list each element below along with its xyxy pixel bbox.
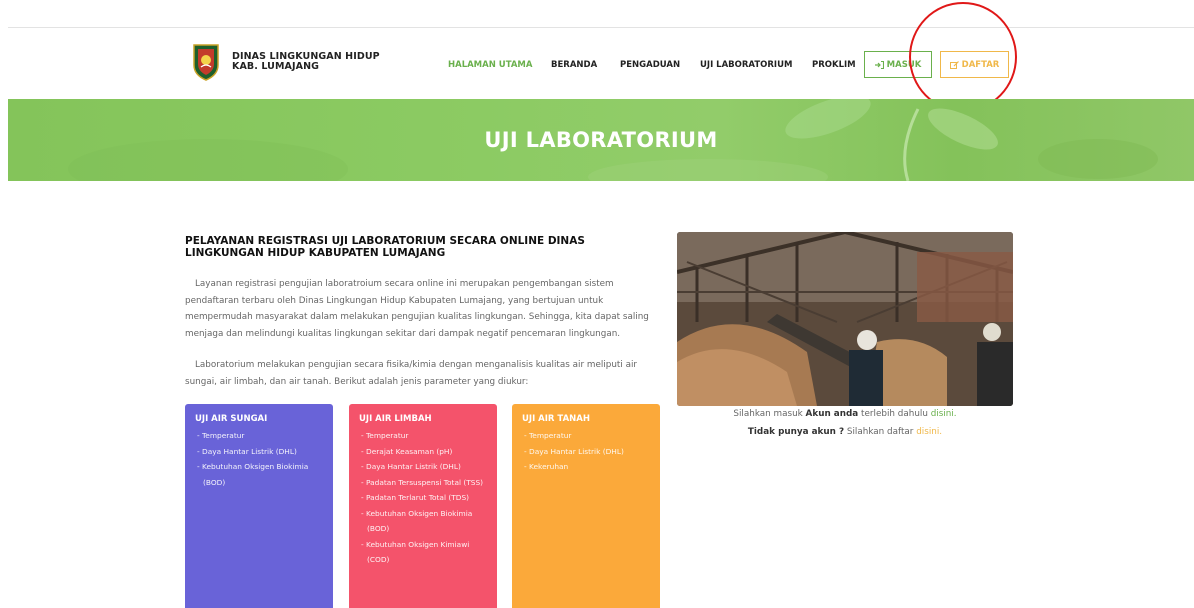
register-prompt: Tidak punya akun ? Silahkan daftar disin… [677, 427, 1013, 437]
nav-proklim[interactable]: PROKLIM [812, 60, 856, 70]
list-item: Daya Hantar Listrik (DHL) [359, 459, 487, 475]
list-item: Temperatur [195, 428, 323, 444]
list-item: Kekeruhan [522, 459, 650, 475]
parameters-paragraph: Laboratorium melakukan pengujian secara … [185, 360, 638, 387]
register-link[interactable]: disini. [916, 427, 942, 437]
card-title: UJI AIR TANAH [522, 414, 590, 424]
list-item: Temperatur [359, 428, 487, 444]
list-item: Kebutuhan Oksigen Biokimia (BOD) [195, 459, 323, 490]
list-item: Kebutuhan Oksigen Biokimia (BOD) [359, 506, 487, 537]
page-banner: UJI LABORATORIUM [8, 99, 1194, 181]
list-item: Daya Hantar Listrik (DHL) [522, 444, 650, 460]
card-uji-air-sungai: UJI AIR SUNGAI Temperatur Daya Hantar Li… [185, 404, 333, 608]
nav-uji-laboratorium[interactable]: UJI LABORATORIUM [700, 60, 792, 70]
card-uji-air-limbah: UJI AIR LIMBAH Temperatur Derajat Keasam… [349, 404, 497, 608]
site-header: DINAS LINGKUNGAN HIDUP KAB. LUMAJANG HAL… [0, 40, 1194, 88]
facility-photo [677, 232, 1013, 406]
edit-icon [949, 60, 959, 69]
login-button[interactable]: MASUK [864, 51, 932, 78]
register-prompt-middle: Silahkan daftar [846, 427, 914, 437]
brand-line2: KAB. LUMAJANG [232, 61, 320, 72]
nav-beranda[interactable]: BERANDA [551, 60, 597, 70]
banner-title: UJI LABORATORIUM [484, 128, 718, 152]
login-label: MASUK [886, 59, 922, 70]
nav-halaman-utama[interactable]: HALAMAN UTAMA [448, 60, 532, 70]
list-item: Padatan Tersuspensi Total (TSS) [359, 475, 487, 491]
login-prompt-prefix: Silahkan masuk [733, 409, 803, 419]
list-item: Temperatur [522, 428, 650, 444]
page-title: PELAYANAN REGISTRASI UJI LABORATORIUM SE… [185, 235, 585, 259]
login-prompt-middle: terlebih dahulu [861, 409, 928, 419]
sign-in-icon [874, 60, 884, 69]
brand-name[interactable]: DINAS LINGKUNGAN HIDUP KAB. LUMAJANG [232, 52, 380, 72]
card-title: UJI AIR SUNGAI [195, 414, 268, 424]
nav-pengaduan[interactable]: PENGADUAN [620, 60, 680, 70]
login-prompt-bold: Akun anda [805, 409, 859, 419]
login-link[interactable]: disini. [931, 409, 957, 419]
facility-photo-image [677, 232, 1013, 406]
card-title: UJI AIR LIMBAH [359, 414, 432, 424]
intro-paragraph: Layanan registrasi pengujian laboratroiu… [185, 279, 649, 339]
top-divider [8, 27, 1194, 28]
login-prompt: Silahkan masuk Akun anda terlebih dahulu… [677, 409, 1013, 419]
list-item: Padatan Terlarut Total (TDS) [359, 490, 487, 506]
card-uji-air-tanah: UJI AIR TANAH Temperatur Daya Hantar Lis… [512, 404, 660, 608]
register-prompt-bold: Tidak punya akun ? [747, 427, 845, 437]
register-label: DAFTAR [961, 59, 1000, 70]
list-item: Derajat Keasaman (pH) [359, 444, 487, 460]
list-item: Kebutuhan Oksigen Kimiawi (COD) [359, 537, 487, 568]
register-button[interactable]: DAFTAR [940, 51, 1009, 78]
list-item: Daya Hantar Listrik (DHL) [195, 444, 323, 460]
regency-crest-icon[interactable] [191, 43, 221, 81]
